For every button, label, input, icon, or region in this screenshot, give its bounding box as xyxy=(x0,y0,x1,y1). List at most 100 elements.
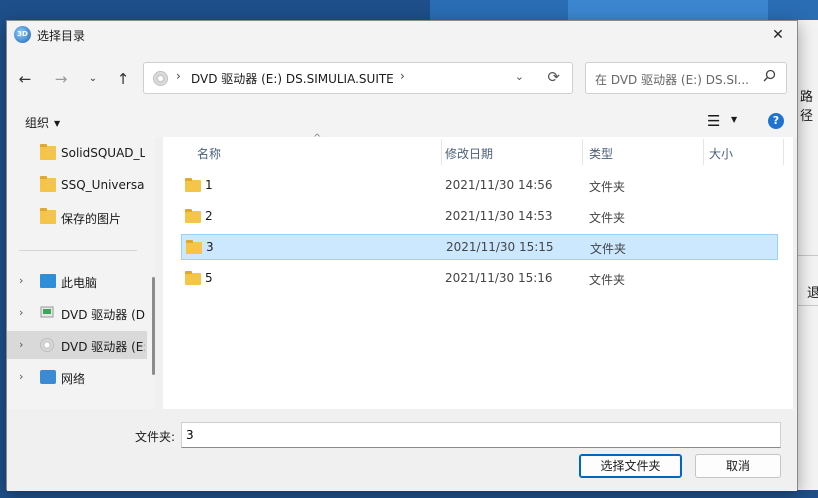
background-divider xyxy=(798,255,818,256)
background-button-fragment[interactable]: 退 xyxy=(807,282,818,301)
dialog-titlebar: 3D 选择目录 ✕ xyxy=(7,21,797,49)
close-button[interactable]: ✕ xyxy=(765,23,791,47)
background-window-tab xyxy=(568,0,768,20)
address-bar[interactable]: › DVD 驱动器 (E:) DS.SIMULIA.SUITE › ⌄ ⟳ xyxy=(143,62,573,94)
arrow-left-icon: ← xyxy=(18,70,32,88)
file-type: 文件夹 xyxy=(589,273,626,287)
arrow-right-icon: → xyxy=(54,70,68,88)
column-header-name[interactable]: 名称 xyxy=(197,145,221,162)
refresh-icon[interactable]: ⟳ xyxy=(547,68,560,86)
folder-icon xyxy=(185,209,201,223)
cancel-button[interactable]: 取消 xyxy=(695,454,781,478)
file-list: ^ 名称 修改日期 类型 大小 1 2021/11/30 14:56 文件夹 2… xyxy=(163,133,793,409)
folder-icon xyxy=(186,240,202,254)
column-divider[interactable] xyxy=(441,139,442,165)
folder-icon xyxy=(40,208,56,224)
column-divider[interactable] xyxy=(703,139,704,165)
back-button[interactable]: ← xyxy=(13,69,37,89)
folder-icon xyxy=(40,176,56,192)
navigation-bar: ← → ⌄ ↑ › DVD 驱动器 (E:) DS.SIMULIA.SUITE … xyxy=(7,49,797,105)
file-name: 5 xyxy=(205,271,213,285)
dvd-drive-icon xyxy=(40,338,54,352)
app-icon: 3D xyxy=(14,26,31,43)
breadcrumb-path[interactable]: DVD 驱动器 (E:) DS.SIMULIA.SUITE xyxy=(191,70,394,87)
folder-field-label: 文件夹: xyxy=(135,430,176,444)
nav-item-label: 保存的图片 xyxy=(61,212,122,226)
file-row[interactable]: 5 2021/11/30 15:16 文件夹 xyxy=(181,266,778,292)
caret-down-icon: ▼ xyxy=(54,119,61,128)
nav-item-label: SolidSQUAD_Li xyxy=(61,146,145,160)
folder-name-input[interactable] xyxy=(181,422,781,448)
column-header-type[interactable]: 类型 xyxy=(589,145,613,162)
forward-button[interactable]: → xyxy=(49,69,73,89)
file-date: 2021/11/30 14:56 xyxy=(445,178,553,192)
close-icon: ✕ xyxy=(772,27,784,43)
nav-scrollbar[interactable] xyxy=(152,277,155,375)
search-box[interactable]: 在 DVD 驱动器 (E:) DS.SI... xyxy=(585,62,787,94)
recent-locations-button[interactable]: ⌄ xyxy=(81,69,105,89)
folder-icon xyxy=(40,144,56,160)
sort-ascending-icon: ^ xyxy=(313,133,322,144)
expand-chevron-icon[interactable]: › xyxy=(19,306,23,319)
nav-item-label: 此电脑 xyxy=(61,276,98,290)
breadcrumb-separator[interactable]: › xyxy=(176,69,181,83)
dialog-footer: 文件夹: 选择文件夹 取消 xyxy=(7,409,797,491)
background-label-path: 路径 xyxy=(800,90,814,124)
folder-icon xyxy=(185,178,201,192)
nav-item-solidsquad[interactable]: SolidSQUAD_Li xyxy=(7,139,147,167)
select-folder-button[interactable]: 选择文件夹 xyxy=(579,454,682,478)
select-directory-dialog: 3D 选择目录 ✕ ← → ⌄ ↑ › DVD 驱动器 (E:) DS.SIMU… xyxy=(6,20,798,491)
nav-item-saved-pictures[interactable]: 保存的图片 xyxy=(7,203,147,231)
expand-chevron-icon[interactable]: › xyxy=(19,274,23,287)
background-divider xyxy=(798,305,818,306)
nav-item-label: 网络 xyxy=(61,372,86,386)
column-header-size[interactable]: 大小 xyxy=(709,145,733,162)
search-icon[interactable] xyxy=(763,69,776,86)
file-name: 3 xyxy=(206,240,214,254)
file-row[interactable]: 2 2021/11/30 14:53 文件夹 xyxy=(181,204,778,230)
column-divider[interactable] xyxy=(582,139,583,165)
network-icon xyxy=(40,370,56,384)
column-header-date[interactable]: 修改日期 xyxy=(445,145,493,162)
search-placeholder: 在 DVD 驱动器 (E:) DS.SI... xyxy=(595,73,749,87)
view-options-icon[interactable]: ☰ xyxy=(707,112,720,130)
file-row-selected[interactable]: 3 2021/11/30 15:15 文件夹 xyxy=(181,234,778,260)
address-history-dropdown[interactable]: ⌄ xyxy=(515,70,524,83)
organize-label: 组织 xyxy=(25,116,50,130)
file-type: 文件夹 xyxy=(589,180,626,194)
breadcrumb-separator[interactable]: › xyxy=(400,69,405,83)
nav-item-dvd-d[interactable]: › DVD 驱动器 (D xyxy=(7,299,147,327)
file-date: 2021/11/30 14:53 xyxy=(445,209,553,223)
dialog-title: 选择目录 xyxy=(37,29,86,43)
dvd-drive-icon xyxy=(153,71,168,86)
dvd-installer-icon xyxy=(40,305,54,319)
navigation-pane: SolidSQUAD_Li SSQ_UniversalI 保存的图片 › 此电脑… xyxy=(7,137,155,409)
up-button[interactable]: ↑ xyxy=(111,69,135,89)
nav-item-network[interactable]: › 网络 xyxy=(7,363,147,391)
expand-chevron-icon[interactable]: › xyxy=(19,338,23,351)
view-caret-down-icon[interactable]: ▼ xyxy=(731,115,737,124)
folder-icon xyxy=(185,271,201,285)
nav-item-dvd-e[interactable]: › DVD 驱动器 (E: xyxy=(7,331,147,359)
file-date: 2021/11/30 15:16 xyxy=(445,271,553,285)
column-header-row: ^ 名称 修改日期 类型 大小 xyxy=(163,133,793,165)
nav-item-label: DVD 驱动器 (E: xyxy=(61,340,145,354)
file-row[interactable]: 1 2021/11/30 14:56 文件夹 xyxy=(181,173,778,199)
column-divider[interactable] xyxy=(783,139,784,165)
file-type: 文件夹 xyxy=(590,242,627,256)
expand-chevron-icon[interactable]: › xyxy=(19,370,23,383)
computer-icon xyxy=(40,274,56,288)
file-type: 文件夹 xyxy=(589,211,626,225)
nav-item-ssq-universal[interactable]: SSQ_UniversalI xyxy=(7,171,147,199)
arrow-up-icon: ↑ xyxy=(116,70,130,88)
file-date: 2021/11/30 15:15 xyxy=(446,240,554,254)
file-name: 2 xyxy=(205,209,213,223)
nav-item-label: SSQ_UniversalI xyxy=(61,178,145,192)
command-bar: 组织 ▼ ☰ ▼ ? xyxy=(7,105,797,137)
file-name: 1 xyxy=(205,178,213,192)
nav-item-this-pc[interactable]: › 此电脑 xyxy=(7,267,147,295)
nav-divider xyxy=(19,250,137,251)
help-icon[interactable]: ? xyxy=(768,113,784,129)
nav-item-label: DVD 驱动器 (D xyxy=(61,308,145,322)
organize-menu-button[interactable]: 组织 ▼ xyxy=(25,114,60,131)
